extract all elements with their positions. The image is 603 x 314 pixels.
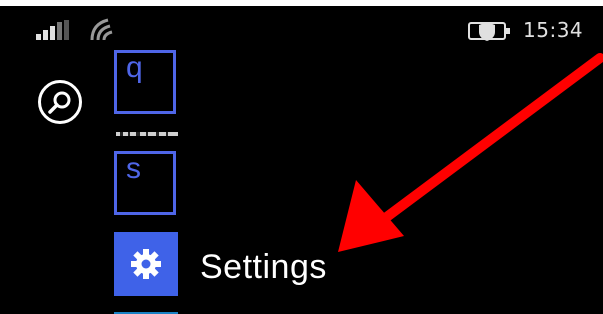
phone-screen: 15:34 q s Settings <box>0 6 603 314</box>
red-arrow-annotation <box>338 53 603 252</box>
